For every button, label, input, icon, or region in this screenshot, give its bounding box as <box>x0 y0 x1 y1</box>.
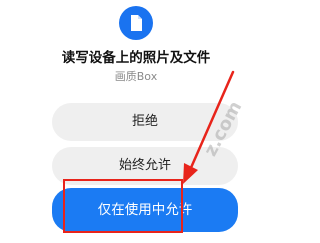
app-name: 画质Box <box>114 70 158 83</box>
deny-button[interactable]: 拒绝 <box>52 103 238 141</box>
dialog-title: 读写设备上的照片及文件 <box>61 50 211 66</box>
permission-dialog: 读写设备上的照片及文件 画质Box 拒绝 始终允许 仅在使用中允许 <box>0 0 272 243</box>
always-allow-button[interactable]: 始终允许 <box>52 147 238 185</box>
document-icon <box>119 6 153 40</box>
allow-while-using-button[interactable]: 仅在使用中允许 <box>52 188 238 232</box>
